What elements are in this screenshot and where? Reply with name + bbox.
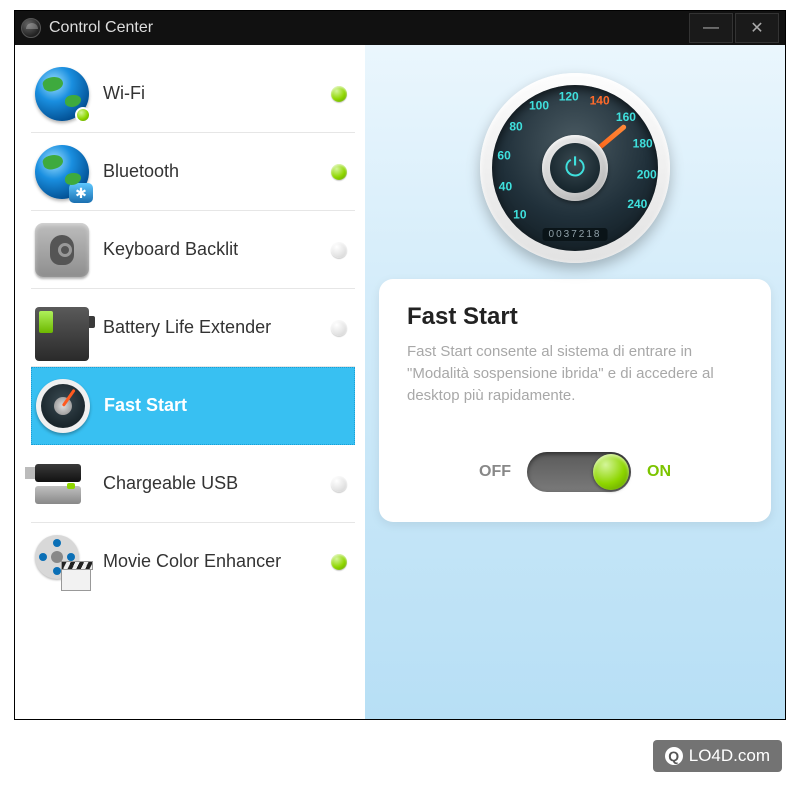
sidebar-item-movie-color-enhancer[interactable]: Movie Color Enhancer — [31, 523, 355, 601]
gauge-tick: 80 — [509, 120, 522, 134]
gauge-tick: 120 — [559, 89, 579, 103]
gauge-tick: 10 — [513, 207, 526, 221]
status-dot — [331, 164, 347, 180]
sidebar: Wi-Fi Bluetooth Keyboard Backlit Battery… — [15, 45, 365, 719]
wifi-icon — [35, 67, 89, 121]
sidebar-item-keyboard-backlit[interactable]: Keyboard Backlit — [31, 211, 355, 289]
app-icon — [21, 18, 41, 38]
detail-description: Fast Start consente al sistema di entrar… — [407, 341, 743, 406]
toggle-knob — [593, 454, 629, 490]
titlebar: Control Center — [15, 11, 785, 45]
watermark-icon: Q — [665, 747, 683, 765]
gauge-power-button[interactable]: ⏻ — [542, 135, 608, 201]
gauge-icon — [36, 379, 90, 433]
status-dot — [331, 554, 347, 570]
detail-card: Fast Start Fast Start consente al sistem… — [379, 279, 771, 522]
gauge-tick: 160 — [616, 110, 636, 124]
sidebar-item-label: Bluetooth — [103, 161, 179, 183]
sidebar-item-label: Wi-Fi — [103, 83, 145, 105]
status-dot — [331, 320, 347, 336]
power-icon: ⏻ — [550, 143, 600, 193]
sidebar-item-label: Fast Start — [104, 395, 187, 417]
sidebar-item-label: Keyboard Backlit — [103, 239, 238, 261]
gauge-hero: 10 40 60 80 100 120 140 160 180 200 240 … — [480, 73, 670, 263]
watermark: Q LO4D.com — [653, 740, 782, 772]
sidebar-item-wifi[interactable]: Wi-Fi — [31, 55, 355, 133]
sidebar-item-label: Movie Color Enhancer — [103, 551, 281, 573]
app-window: Control Center Wi-Fi Bluetooth Keyboard … — [14, 10, 786, 720]
close-button[interactable] — [735, 13, 779, 43]
sidebar-item-label: Chargeable USB — [103, 473, 238, 495]
gauge-tick: 40 — [499, 180, 512, 194]
sidebar-item-fast-start[interactable]: Fast Start — [31, 367, 355, 445]
toggle-row: OFF ON — [407, 452, 743, 492]
battery-icon — [35, 307, 89, 361]
usb-icon — [35, 457, 89, 511]
sidebar-item-bluetooth[interactable]: Bluetooth — [31, 133, 355, 211]
gauge-tick: 60 — [497, 148, 510, 162]
sidebar-item-label: Battery Life Extender — [103, 317, 271, 339]
status-dot — [331, 86, 347, 102]
movie-icon — [35, 535, 89, 589]
gauge-tick: 200 — [637, 167, 657, 181]
fast-start-toggle[interactable] — [527, 452, 631, 492]
sidebar-item-battery-life-extender[interactable]: Battery Life Extender — [31, 289, 355, 367]
minimize-button[interactable] — [689, 13, 733, 43]
detail-pane: 10 40 60 80 100 120 140 160 180 200 240 … — [365, 45, 785, 719]
watermark-text: LO4D.com — [689, 746, 770, 766]
bluetooth-icon — [35, 145, 89, 199]
keyboard-backlit-icon — [35, 223, 89, 277]
status-dot — [331, 242, 347, 258]
window-title: Control Center — [49, 19, 153, 37]
window-body: Wi-Fi Bluetooth Keyboard Backlit Battery… — [15, 45, 785, 719]
gauge-tick: 140 — [590, 93, 610, 107]
status-dot — [331, 476, 347, 492]
gauge-odometer: 0037218 — [543, 228, 608, 241]
detail-title: Fast Start — [407, 303, 743, 331]
sidebar-item-chargeable-usb[interactable]: Chargeable USB — [31, 445, 355, 523]
toggle-on-label: ON — [647, 463, 671, 481]
toggle-off-label: OFF — [479, 463, 511, 481]
gauge-tick: 240 — [627, 197, 647, 211]
gauge-tick: 100 — [529, 99, 549, 113]
gauge-tick: 180 — [633, 136, 653, 150]
